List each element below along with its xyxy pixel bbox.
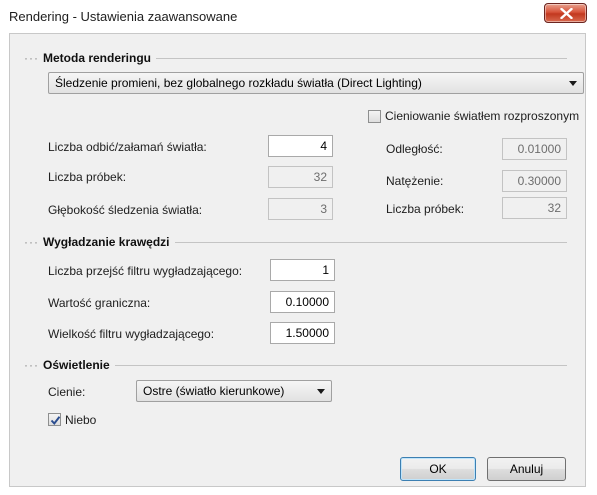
rendering-method-value: Śledzenie promieni, bez globalnego rozkł… (55, 76, 422, 90)
section-dots: ··· (24, 235, 39, 249)
rendering-method-select[interactable]: Śledzenie promieni, bez globalnego rozkł… (48, 72, 584, 94)
aa-passes-input[interactable]: 1 (270, 259, 335, 281)
samples-input[interactable]: 32 (268, 166, 333, 188)
chevron-down-icon (569, 81, 577, 86)
bounces-label: Liczba odbić/załamań światła: (48, 140, 207, 154)
chevron-down-icon (317, 389, 325, 394)
diffuse-shading-checkbox[interactable] (368, 110, 381, 123)
diffuse-samples-input[interactable]: 32 (502, 197, 567, 219)
ok-button[interactable]: OK (400, 457, 476, 481)
window-title: Rendering - Ustawienia zaawansowane (9, 9, 238, 24)
shadows-value: Ostre (światło kierunkowe) (143, 384, 285, 398)
checkmark-icon (50, 416, 61, 426)
title-bar[interactable]: Rendering - Ustawienia zaawansowane (0, 0, 597, 32)
samples-label: Liczba próbek: (48, 170, 127, 184)
section-dots: ··· (24, 358, 39, 372)
distance-label: Odległość: (386, 142, 443, 156)
dialog-window: Rendering - Ustawienia zaawansowane ··· M… (0, 0, 597, 495)
threshold-label: Wartość graniczna: (48, 296, 151, 310)
sky-checkbox[interactable] (48, 413, 61, 426)
section-title-rendering: ··· Metoda renderingu (24, 51, 157, 65)
diffuse-shading-label: Cieniowanie światłem rozproszonym (385, 109, 580, 123)
aa-passes-label: Liczba przejść filtru wygładzającego: (48, 264, 243, 278)
shadows-label: Cienie: (48, 385, 86, 399)
distance-input[interactable]: 0.01000 (502, 138, 567, 160)
depth-input[interactable]: 3 (268, 198, 333, 220)
filter-size-input[interactable]: 1.50000 (270, 322, 335, 344)
close-button[interactable] (544, 3, 587, 23)
cancel-button[interactable]: Anuluj (487, 457, 566, 481)
depth-label: Głębokość śledzenia światła: (48, 203, 203, 217)
sky-label: Niebo (65, 413, 97, 427)
section-title-lighting: ··· Oświetlenie (24, 358, 115, 372)
intensity-input[interactable]: 0.30000 (502, 170, 567, 192)
dialog-client-area: ··· Metoda renderingu Śledzenie promieni,… (9, 33, 586, 487)
diffuse-samples-label: Liczba próbek: (386, 202, 465, 216)
close-icon (560, 8, 573, 19)
threshold-input[interactable]: 0.10000 (270, 291, 335, 313)
bounces-input[interactable]: 4 (268, 135, 333, 157)
section-title-antialiasing: ··· Wygładzanie krawędzi (24, 235, 175, 249)
filter-size-label: Wielkość filtru wygładzającego: (48, 327, 215, 341)
intensity-label: Natężenie: (386, 174, 444, 188)
shadows-select[interactable]: Ostre (światło kierunkowe) (136, 380, 332, 402)
section-dots: ··· (24, 51, 39, 65)
